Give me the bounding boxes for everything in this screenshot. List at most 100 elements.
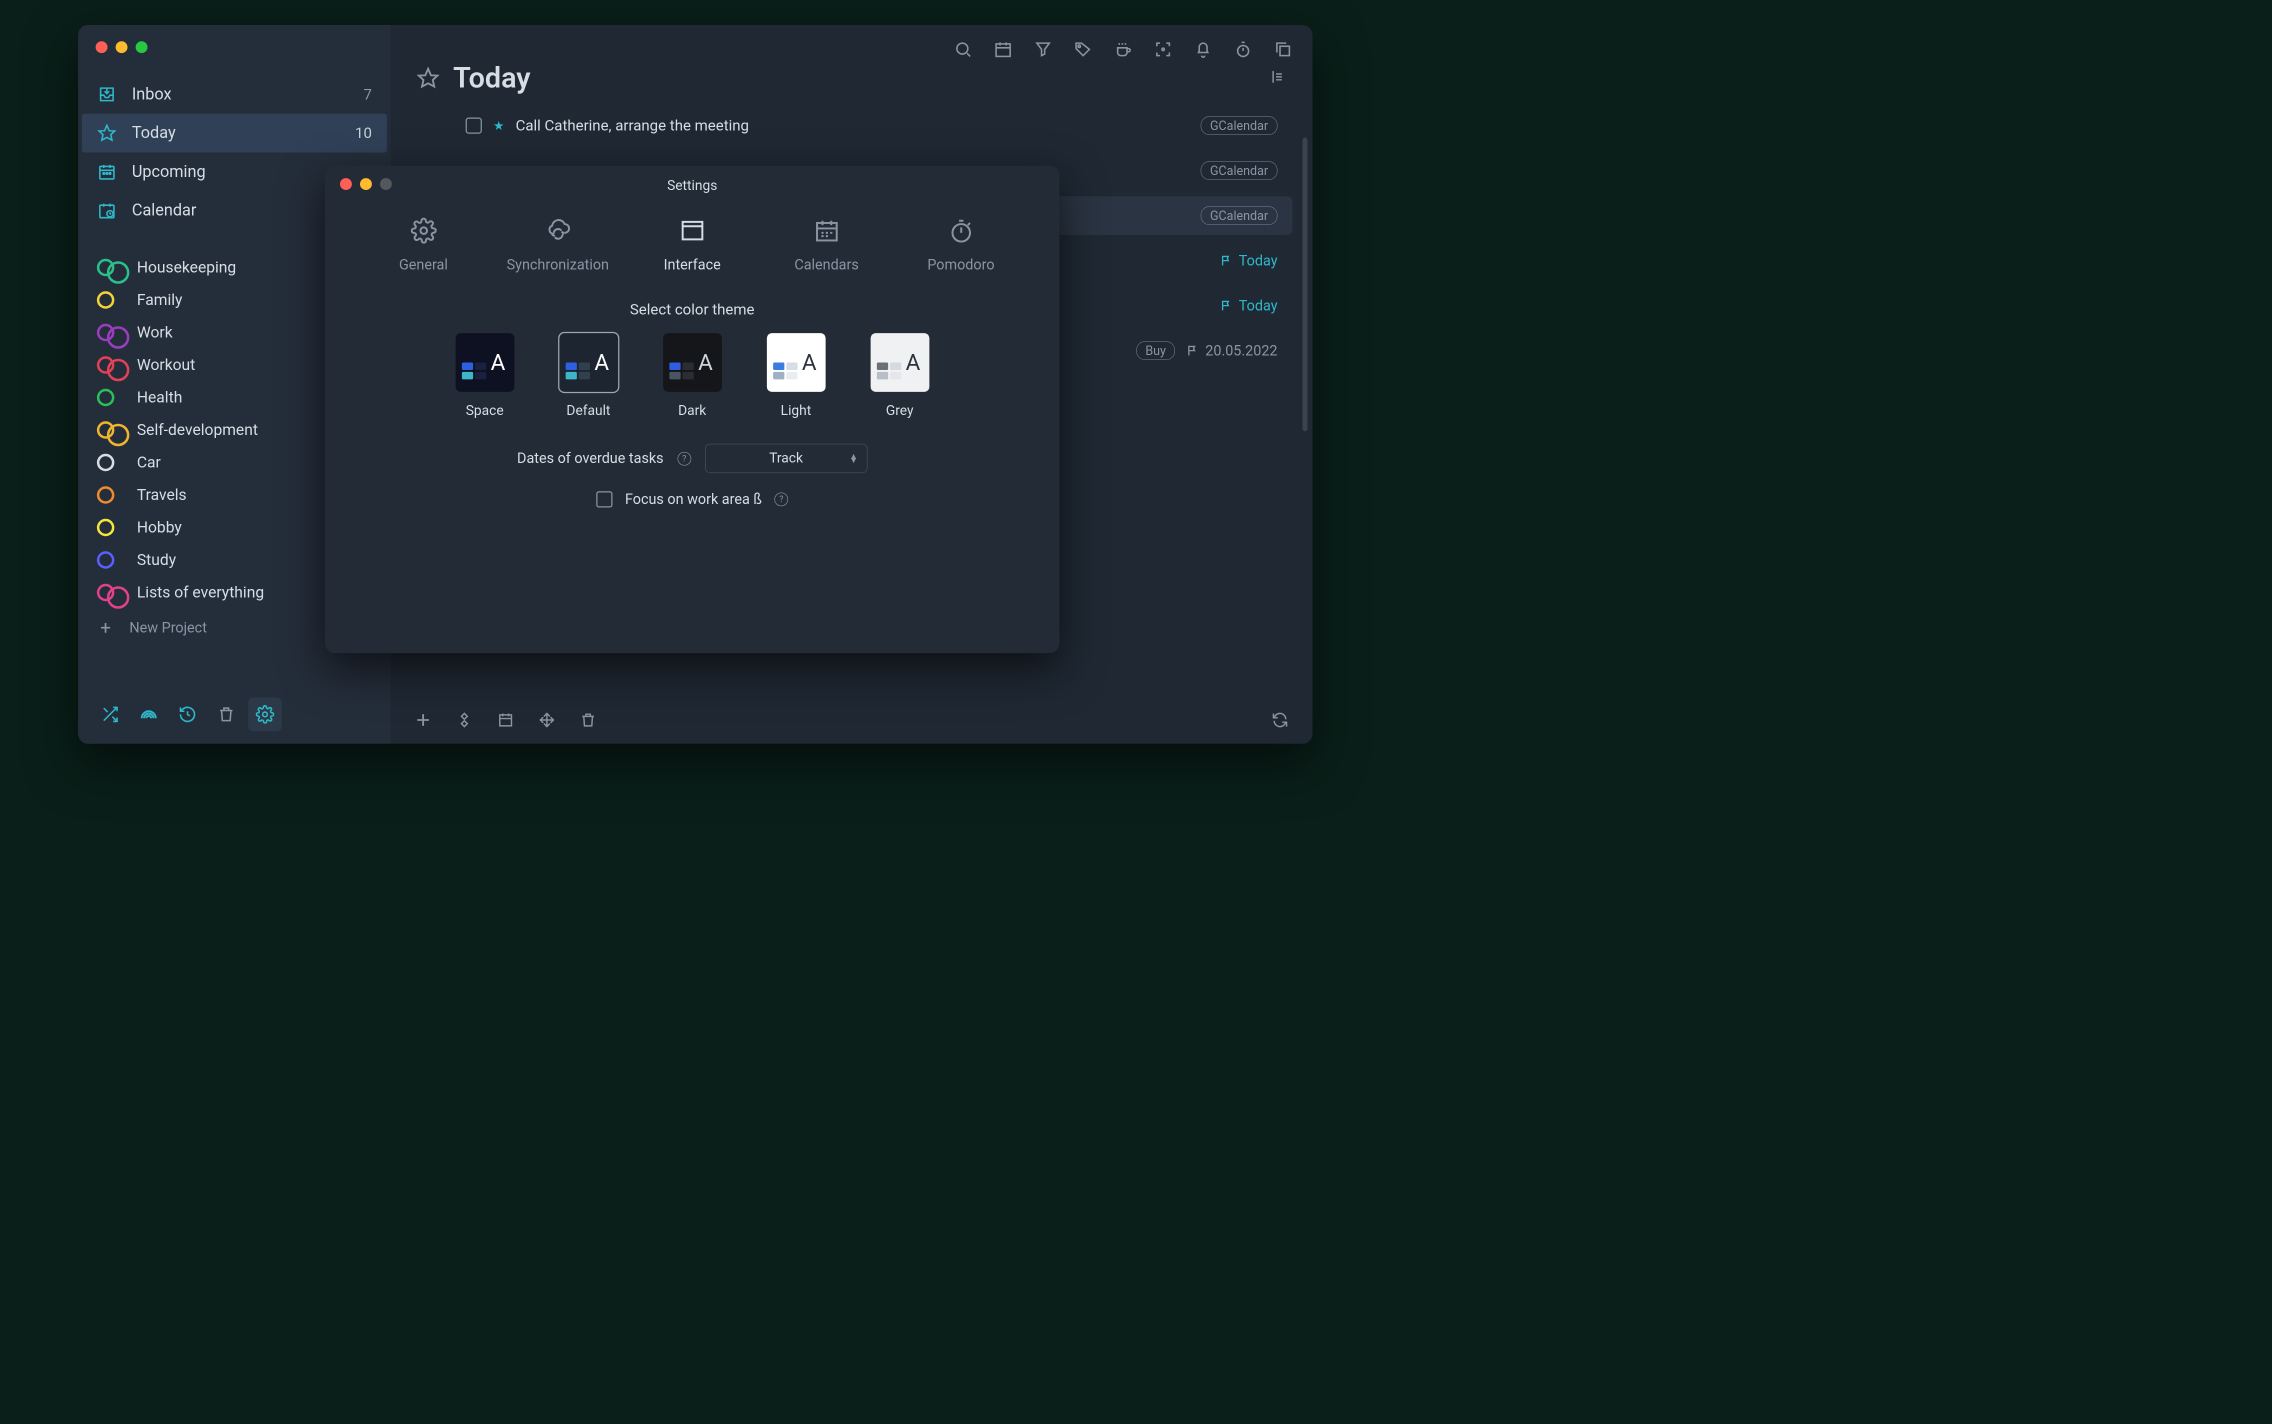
settings-button[interactable]: [248, 698, 282, 732]
filter-icon[interactable]: [1033, 39, 1054, 60]
theme-dark[interactable]: A Dark: [663, 333, 722, 419]
nav-label: Calendar: [132, 201, 196, 220]
project-label: Self-development: [137, 421, 258, 439]
task-text: Call Catherine, arrange the meeting: [516, 117, 749, 135]
overdue-select[interactable]: Track ▲▼: [705, 444, 868, 473]
focus-icon[interactable]: [1153, 39, 1174, 60]
stopwatch-icon: [947, 216, 976, 245]
calendar-icon: [812, 216, 841, 245]
close-modal-button[interactable]: [340, 178, 352, 190]
tab-general[interactable]: General: [367, 216, 480, 273]
move-button[interactable]: [537, 710, 557, 730]
nav-label: Today: [132, 124, 176, 143]
source-badge: GCalendar: [1201, 116, 1278, 135]
help-icon[interactable]: ?: [677, 452, 691, 466]
tag-icon[interactable]: [1073, 39, 1094, 60]
tab-label: Pomodoro: [927, 256, 994, 273]
project-label: Travels: [137, 486, 187, 504]
copy-icon[interactable]: [1273, 39, 1294, 60]
coffee-icon[interactable]: [1113, 39, 1134, 60]
add-task-button[interactable]: [413, 710, 433, 730]
collapse-icon[interactable]: [1269, 68, 1287, 88]
tab-pomodoro[interactable]: Pomodoro: [905, 216, 1018, 273]
project-label: Hobby: [137, 518, 182, 536]
tab-label: Calendars: [794, 256, 858, 273]
minimize-window-button[interactable]: [116, 41, 128, 53]
nav-count: 7: [363, 86, 371, 104]
nav-item-today[interactable]: Today 10: [82, 114, 387, 153]
focus-row: Focus on work area ß ?: [325, 473, 1059, 507]
overdue-row: Dates of overdue tasks ? Track ▲▼: [325, 419, 1059, 473]
delete-button[interactable]: [578, 710, 598, 730]
page-title: Today: [453, 61, 530, 95]
scrollbar[interactable]: [1303, 138, 1308, 432]
theme-label: Grey: [886, 403, 914, 419]
theme-light[interactable]: A Light: [767, 333, 826, 419]
schedule-button[interactable]: [496, 710, 516, 730]
history-button[interactable]: [171, 698, 205, 732]
theme-label: Light: [781, 403, 812, 419]
focus-checkbox[interactable]: [596, 491, 612, 507]
theme-grey[interactable]: A Grey: [870, 333, 929, 419]
page-header: Today: [391, 25, 1313, 106]
inbox-icon: [97, 84, 117, 104]
theme-header: Select color theme: [325, 292, 1059, 333]
settings-modal: Settings General Synchronization Interfa…: [325, 166, 1059, 654]
theme-space[interactable]: A Space: [455, 333, 514, 419]
flag-today: Today: [1220, 252, 1277, 269]
tab-synchronization[interactable]: Synchronization: [502, 216, 615, 273]
trash-button[interactable]: [209, 698, 243, 732]
window-traffic-lights: [96, 41, 148, 53]
calendar-icon[interactable]: [993, 39, 1014, 60]
search-icon[interactable]: [953, 39, 974, 60]
window-icon: [678, 216, 707, 245]
nav-label: Upcoming: [132, 163, 206, 182]
cloud-sync-icon: [543, 216, 572, 245]
flag-today: Today: [1220, 297, 1277, 314]
tab-interface[interactable]: Interface: [636, 216, 749, 273]
task-row[interactable]: ★ Call Catherine, arrange the meeting GC…: [451, 106, 1293, 145]
bell-icon[interactable]: [1193, 39, 1214, 60]
tab-calendars[interactable]: Calendars: [770, 216, 883, 273]
modal-title: Settings: [325, 174, 1059, 200]
modal-traffic-lights: [340, 178, 392, 190]
tab-label: Interface: [664, 256, 721, 273]
tab-label: Synchronization: [507, 256, 609, 273]
close-window-button[interactable]: [96, 41, 108, 53]
project-label: Study: [137, 551, 176, 569]
calendar-grid-icon: [97, 162, 117, 182]
checkbox[interactable]: [466, 118, 482, 134]
calendar-clock-icon: [97, 201, 117, 221]
nav-count: 10: [355, 124, 372, 142]
priority-star-icon: ★: [493, 118, 504, 133]
rainbow-button[interactable]: [132, 698, 166, 732]
tab-label: General: [399, 256, 448, 273]
star-icon: [97, 123, 117, 143]
minimize-modal-button[interactable]: [360, 178, 372, 190]
fullscreen-modal-disabled: [380, 178, 392, 190]
theme-picker: A Space A Default A Dark A Light: [325, 333, 1059, 419]
project-label: Car: [137, 453, 161, 471]
star-outline-icon[interactable]: [417, 67, 440, 90]
sort-button[interactable]: [454, 710, 474, 730]
overdue-value: Track: [769, 451, 803, 467]
theme-default[interactable]: A Default: [559, 333, 618, 419]
help-icon[interactable]: ?: [774, 492, 788, 506]
stopwatch-icon[interactable]: [1233, 39, 1254, 60]
source-badge: GCalendar: [1201, 206, 1278, 225]
source-badge: GCalendar: [1201, 161, 1278, 180]
fullscreen-window-button[interactable]: [136, 41, 148, 53]
main-bottom-bar: [391, 696, 1313, 744]
focus-label: Focus on work area ß: [625, 491, 762, 508]
nav-item-inbox[interactable]: Inbox 7: [78, 75, 391, 114]
project-label: Workout: [137, 356, 195, 374]
flag-date: 20.05.2022: [1187, 342, 1278, 359]
toolbar: [953, 39, 1294, 60]
theme-label: Default: [566, 403, 610, 419]
gear-icon: [409, 216, 438, 245]
project-label: Housekeeping: [137, 258, 236, 276]
project-label: Health: [137, 388, 182, 406]
shuffle-button[interactable]: [93, 698, 127, 732]
sync-button[interactable]: [1270, 710, 1290, 730]
tag-badge: Buy: [1136, 341, 1175, 360]
